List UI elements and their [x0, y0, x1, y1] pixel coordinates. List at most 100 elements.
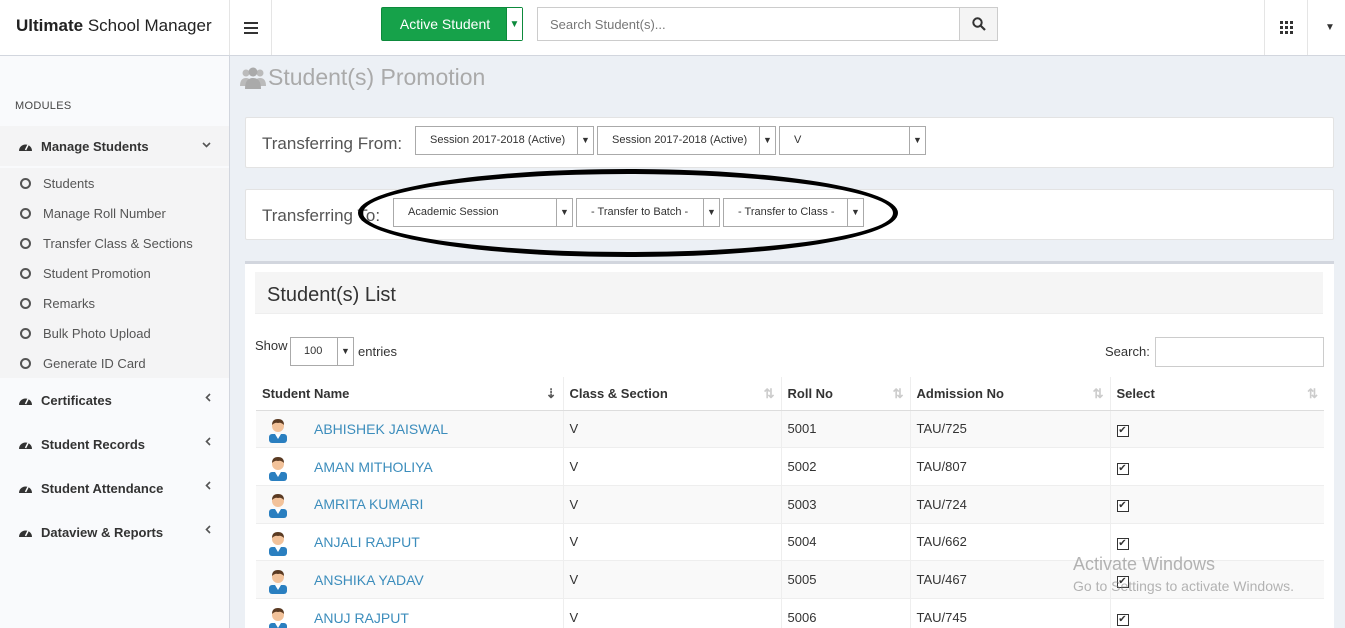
table-row: AMAN MITHOLIYA V 5002 TAU/807 ✔ — [256, 447, 1324, 486]
hamburger-icon — [244, 21, 258, 34]
transfer-from-label: Transferring From: — [262, 134, 403, 153]
circle-icon — [20, 327, 31, 339]
student-search-input[interactable] — [537, 7, 959, 41]
student-avatar-icon — [269, 607, 287, 628]
student-avatar-icon — [269, 418, 287, 443]
windows-activation-watermark: Activate Windows Go to Settings to activ… — [1073, 554, 1294, 594]
class-section-cell: V — [563, 597, 782, 628]
dashboard-icon — [18, 140, 41, 152]
user-menu-caret-icon[interactable]: ▼ — [1315, 0, 1345, 55]
transfer-from-session-select[interactable]: Session 2017-2018 (Active) ▼ — [415, 126, 594, 155]
grid-icon — [1279, 21, 1293, 34]
page-title: Student(s) Promotion — [240, 64, 485, 91]
column-header-select[interactable]: Select ⇅ — [1110, 377, 1324, 411]
select-checkbox[interactable]: ✔ — [1116, 500, 1129, 513]
admission-no-cell: TAU/807 — [910, 447, 1111, 486]
column-header-admission-no[interactable]: Admission No ⇅ — [910, 377, 1111, 411]
student-name-link[interactable]: ANSHIKA YADAV — [314, 572, 424, 588]
circle-icon — [20, 177, 31, 189]
student-name-link[interactable]: ABHISHEK JAISWAL — [314, 421, 448, 437]
chevron-down-icon[interactable]: ▼ — [506, 8, 522, 40]
class-section-cell: V — [563, 409, 782, 448]
show-label: Show — [255, 338, 288, 353]
student-avatar-icon — [269, 456, 287, 481]
sidebar-item-label: Transfer Class & Sections — [43, 235, 193, 251]
sidebar-item-student-promotion[interactable]: Student Promotion — [20, 263, 151, 283]
active-student-button[interactable]: Active Student ▼ — [381, 7, 523, 41]
chevron-down-icon: ▼ — [909, 127, 925, 154]
search-button[interactable] — [959, 7, 998, 41]
circle-icon — [20, 237, 31, 249]
column-label: Class & Section — [569, 385, 668, 401]
select-checkbox[interactable]: ✔ — [1116, 462, 1129, 475]
admission-no-cell: TAU/725 — [910, 409, 1111, 448]
select-checkbox[interactable]: ✔ — [1116, 424, 1129, 437]
column-header-student-name[interactable]: Student Name ⇣ — [256, 377, 564, 411]
select-checkbox[interactable]: ✔ — [1116, 613, 1129, 626]
student-name-link[interactable]: AMAN MITHOLIYA — [314, 459, 433, 475]
active-student-label: Active Student — [399, 16, 491, 32]
app-brand[interactable]: Ultimate School Manager — [0, 0, 230, 55]
student-name-cell: ANSHIKA YADAV — [256, 560, 564, 599]
select-value: V — [794, 134, 802, 146]
sidebar-group-label: Certificates — [41, 392, 112, 408]
dashboard-icon — [18, 438, 41, 450]
select-value: Session 2017-2018 (Active) — [430, 134, 566, 146]
entries-per-page-select[interactable]: 100 ▼ — [290, 337, 354, 366]
roll-no-cell: 5004 — [781, 522, 911, 561]
select-cell: ✔ — [1110, 597, 1324, 628]
sidebar-item-remarks[interactable]: Remarks — [20, 293, 95, 313]
class-section-cell: V — [563, 522, 782, 561]
select-value: 100 — [304, 345, 323, 357]
sidebar-group-student-records[interactable]: Student Records — [0, 424, 229, 464]
sidebar-group-student-attendance[interactable]: Student Attendance — [0, 468, 229, 508]
student-name-cell: ABHISHEK JAISWAL — [256, 409, 564, 448]
top-navbar: Ultimate School Manager Active Student ▼… — [0, 0, 1345, 56]
sidebar-item-label: Bulk Photo Upload — [43, 325, 151, 341]
transfer-from-batch-select[interactable]: Session 2017-2018 (Active) ▼ — [597, 126, 776, 155]
student-name-cell: ANJALI RAJPUT — [256, 522, 564, 561]
page-title-text: Student(s) Promotion — [268, 64, 486, 90]
student-name-cell: ANUJ RAJPUT — [256, 597, 564, 628]
student-name-link[interactable]: ANJALI RAJPUT — [314, 534, 420, 550]
chevron-left-icon — [205, 437, 211, 449]
student-name-link[interactable]: ANUJ RAJPUT — [314, 610, 409, 626]
manage-students-submenu: Students Manage Roll Number Transfer Cla… — [0, 168, 229, 378]
brand-bold: Ultimate — [16, 16, 84, 35]
sidebar-group-manage-students[interactable]: Manage Students — [0, 126, 229, 166]
student-name-link[interactable]: AMRITA KUMARI — [314, 496, 423, 512]
sidebar-item-label: Students — [43, 175, 95, 191]
student-name-cell: AMRITA KUMARI — [256, 484, 564, 524]
apps-grid-button[interactable] — [1264, 0, 1308, 55]
sidebar-group-dataview-reports[interactable]: Dataview & Reports — [0, 512, 229, 552]
sort-icon: ⇅ — [1307, 386, 1318, 401]
sidebar-item-students[interactable]: Students — [20, 173, 94, 193]
entries-label: entries — [358, 344, 398, 359]
column-label: Student Name — [262, 385, 350, 401]
column-header-class-section[interactable]: Class & Section ⇅ — [563, 377, 782, 411]
column-header-roll-no[interactable]: Roll No ⇅ — [781, 377, 911, 411]
sidebar-toggle-button[interactable] — [231, 0, 272, 55]
sidebar-item-manage-roll-number[interactable]: Manage Roll Number — [20, 203, 166, 223]
select-value: Session 2017-2018 (Active) — [612, 134, 748, 146]
sidebar-group-label: Dataview & Reports — [41, 524, 164, 540]
circle-icon — [20, 297, 31, 309]
dashboard-icon — [18, 526, 41, 538]
sidebar-item-transfer-class-sections[interactable]: Transfer Class & Sections — [20, 233, 193, 253]
sidebar-group-label: Student Attendance — [41, 480, 164, 496]
sidebar-item-bulk-photo-upload[interactable]: Bulk Photo Upload — [20, 323, 151, 343]
modules-heading: MODULES — [15, 100, 72, 112]
column-label: Admission No — [916, 385, 1004, 401]
circle-icon — [20, 207, 31, 219]
sort-icon: ⇅ — [1092, 386, 1104, 401]
roll-no-cell: 5002 — [781, 447, 911, 486]
sidebar-item-generate-id-card[interactable]: Generate ID Card — [20, 353, 146, 373]
table-search-input[interactable] — [1155, 337, 1324, 367]
select-checkbox[interactable]: ✔ — [1116, 537, 1129, 550]
transfer-from-class-select[interactable]: V ▼ — [779, 126, 926, 155]
class-section-cell: V — [563, 560, 782, 599]
table-row: ANUJ RAJPUT V 5006 TAU/745 ✔ — [256, 597, 1324, 628]
dashboard-icon — [18, 394, 41, 406]
sidebar-group-certificates[interactable]: Certificates — [0, 380, 229, 420]
student-avatar-icon — [269, 531, 287, 556]
